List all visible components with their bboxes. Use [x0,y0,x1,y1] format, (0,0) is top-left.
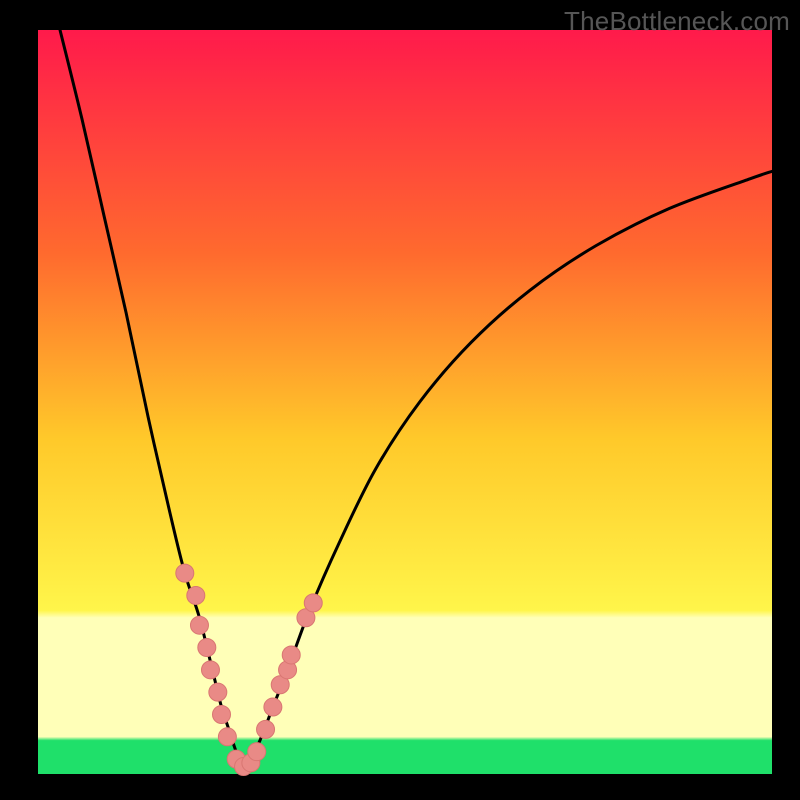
plot-area [38,30,772,774]
marker-dot [190,616,208,634]
marker-dot [264,698,282,716]
marker-dot [282,646,300,664]
marker-dot [248,743,266,761]
marker-dots-group [176,564,322,775]
marker-dot [187,586,205,604]
marker-dot [304,594,322,612]
curve-right-branch [244,171,772,766]
marker-dot [213,705,231,723]
marker-dot [209,683,227,701]
curve-layer [38,30,772,774]
outer-frame: TheBottleneck.com [0,0,800,800]
marker-dot [201,661,219,679]
marker-dot [218,728,236,746]
marker-dot [257,720,275,738]
watermark-text: TheBottleneck.com [564,6,790,37]
curve-left-branch [60,30,244,767]
marker-dot [198,639,216,657]
marker-dot [176,564,194,582]
